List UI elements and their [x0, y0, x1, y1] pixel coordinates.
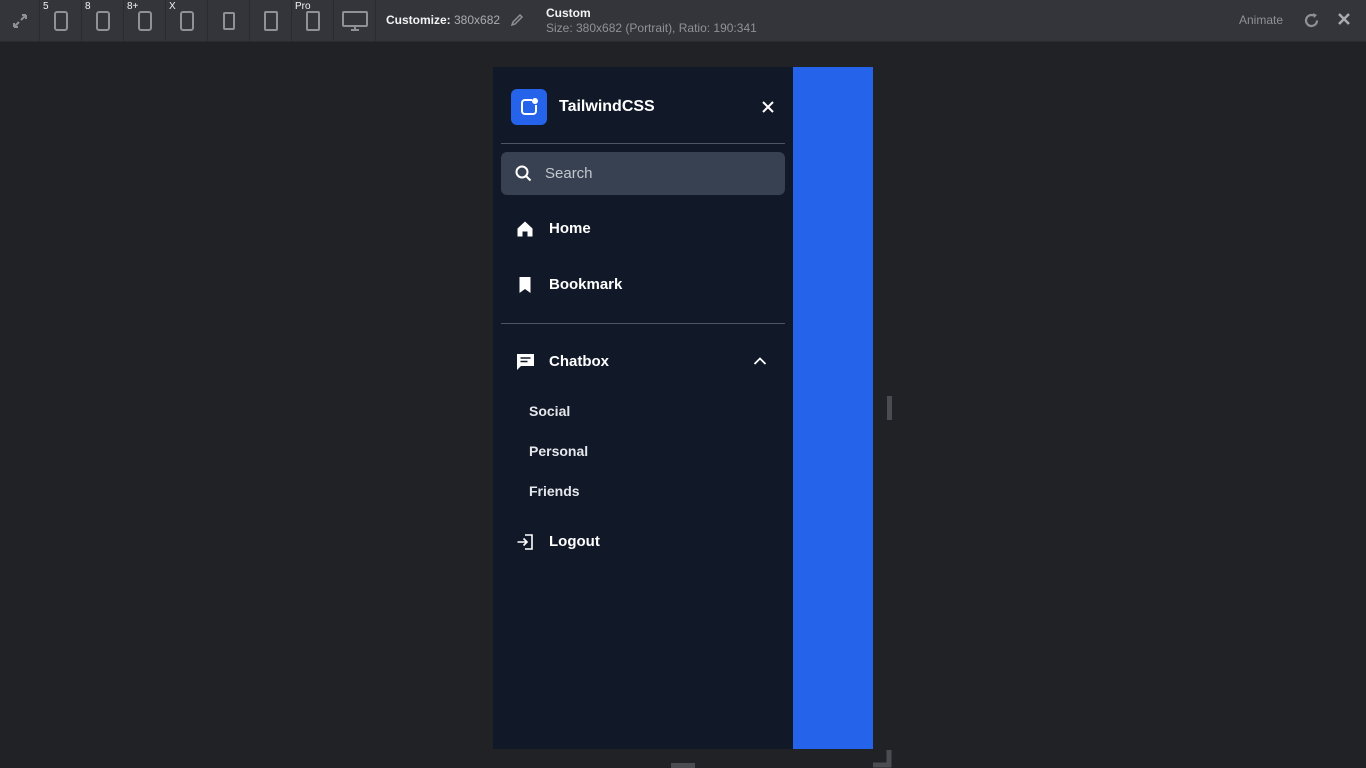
resize-handle-corner-icon[interactable] [873, 750, 893, 768]
device-badge: Pro [295, 1, 311, 12]
device-tablet-button[interactable] [208, 0, 250, 42]
logout-button[interactable]: Logout [501, 522, 785, 562]
logout-icon [517, 534, 533, 550]
search-input[interactable] [545, 152, 775, 195]
divider [501, 143, 785, 144]
logout-label: Logout [549, 533, 600, 550]
preset-title: Custom [546, 6, 591, 20]
nav-item-label: Bookmark [549, 276, 623, 293]
animate-toggle[interactable]: Animate [1239, 13, 1283, 27]
fullscreen-toggle-button[interactable] [0, 0, 40, 42]
resize-handle-right[interactable] [887, 396, 892, 420]
chatbox-item-personal[interactable]: Personal [529, 443, 588, 459]
divider [501, 323, 785, 324]
device-preview: TailwindCSS Home Bookmark Chatbox Social… [493, 67, 873, 749]
device-ipad-button[interactable] [250, 0, 292, 42]
tablet-icon [305, 11, 320, 31]
device-ipadpro-button[interactable]: Pro [292, 0, 334, 42]
device-iphonex-button[interactable]: X [166, 0, 208, 42]
chevron-up-icon [753, 357, 767, 365]
device-badge: 5 [43, 1, 49, 12]
device-iphone8-button[interactable]: 8 [82, 0, 124, 42]
phone-icon [137, 11, 152, 31]
device-iphone8plus-button[interactable]: 8+ [124, 0, 166, 42]
preset-subtitle: Size: 380x682 (Portrait), Ratio: 190:341 [546, 21, 757, 35]
customize-label: Customize: [386, 13, 451, 27]
chatbox-item-friends[interactable]: Friends [529, 483, 580, 499]
chat-icon [517, 354, 534, 370]
tablet-icon [222, 12, 235, 30]
brand-logo [511, 89, 547, 125]
close-icon[interactable] [1337, 12, 1351, 26]
expand-arrows-icon [12, 14, 27, 28]
device-badge: 8+ [127, 1, 139, 12]
bookmark-icon [519, 277, 531, 293]
device-badge: 8 [85, 1, 91, 12]
preview-toolbar: 5 8 8+ X Pro Customize: 380x682 Custom S… [0, 0, 1366, 42]
brand-name: TailwindCSS [559, 98, 655, 115]
device-desktop-button[interactable] [334, 0, 376, 42]
chatbox-label: Chatbox [549, 353, 609, 370]
phone-icon [53, 11, 68, 31]
nav-item-bookmark[interactable]: Bookmark [501, 265, 785, 305]
nav-item-label: Home [549, 220, 591, 237]
phone-icon [95, 11, 110, 31]
tablet-icon [263, 11, 278, 31]
sidebar-header: TailwindCSS [511, 89, 777, 125]
close-icon[interactable] [759, 98, 777, 116]
resize-handle-bottom[interactable] [671, 763, 695, 768]
nav-item-home[interactable]: Home [501, 209, 785, 249]
pencil-icon[interactable] [510, 13, 524, 27]
search-box[interactable] [501, 152, 785, 195]
search-icon [515, 165, 532, 182]
sidebar: TailwindCSS Home Bookmark Chatbox Social… [493, 67, 793, 749]
customize-size-field[interactable]: Customize: 380x682 [386, 13, 500, 27]
device-badge: X [169, 1, 176, 12]
home-icon [517, 221, 533, 237]
chatbox-item-social[interactable]: Social [529, 403, 570, 419]
logo-icon [521, 98, 538, 115]
chatbox-toggle[interactable]: Chatbox [501, 342, 785, 382]
phone-icon [179, 11, 194, 31]
monitor-icon [341, 11, 368, 31]
rotate-icon[interactable] [1303, 12, 1320, 29]
customize-value: 380x682 [450, 13, 501, 27]
device-iphone5-button[interactable]: 5 [40, 0, 82, 42]
